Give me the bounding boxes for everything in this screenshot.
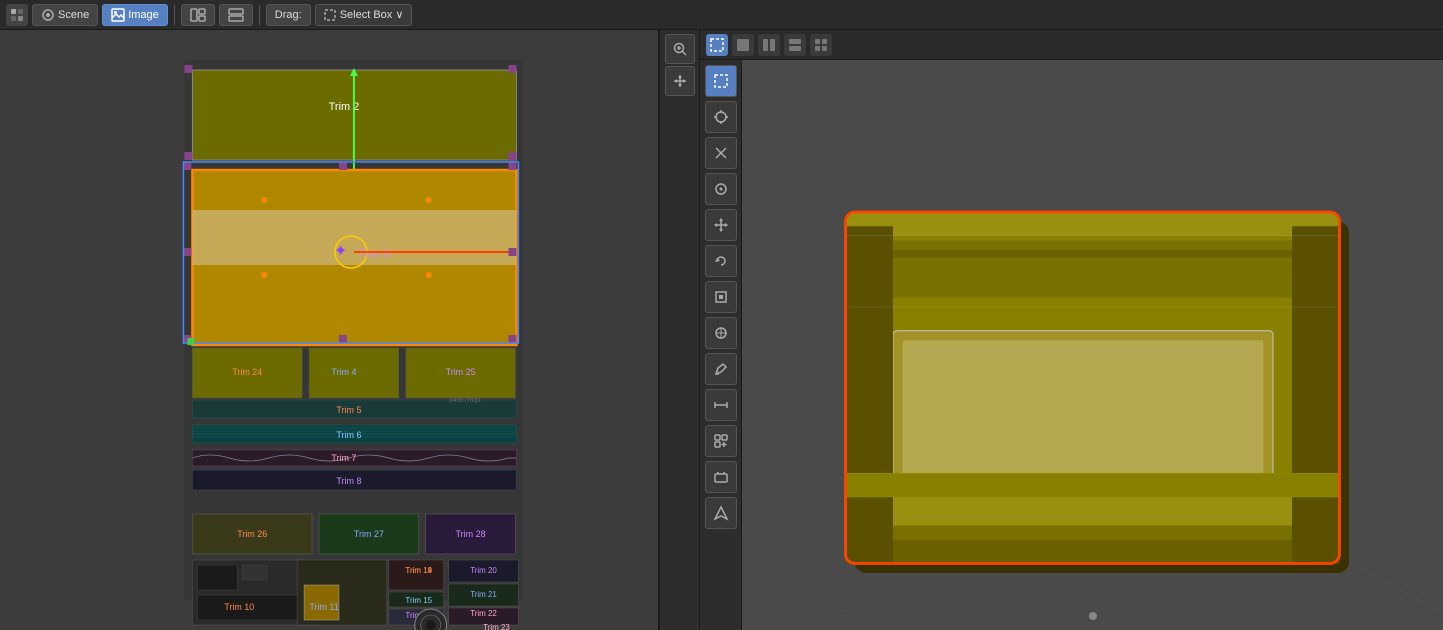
svg-text:Trim 4: Trim 4 (331, 367, 356, 377)
drag-label: Drag: (275, 9, 302, 21)
scale-tool-button[interactable] (705, 281, 737, 313)
select-box-button[interactable]: Select Box ∨ (315, 4, 413, 26)
svg-text:Trim 20: Trim 20 (470, 566, 497, 575)
svg-text:Trim 22: Trim 22 (470, 609, 497, 618)
svg-text:Trim 5: Trim 5 (336, 405, 361, 415)
separator-1 (174, 5, 175, 25)
transform-tool-button[interactable] (705, 137, 737, 169)
3d-viewport[interactable]: User Perspective (1) SM_Wall_2x2_N (742, 60, 1443, 630)
svg-text:Trim 10: Trim 10 (224, 602, 254, 612)
viewport-mode-icon-2[interactable] (732, 34, 754, 56)
scene-label: Scene (58, 9, 89, 21)
viewport-mode-icon-3[interactable] (758, 34, 780, 56)
viewport-center-dot (1089, 612, 1097, 620)
svg-text:Trim 28: Trim 28 (456, 529, 486, 539)
object-button[interactable] (705, 461, 737, 493)
svg-text:Trim 7: Trim 7 (331, 453, 356, 463)
move-tool-button[interactable] (705, 209, 737, 241)
right-section: User Perspective (1) SM_Wall_2x2_N (700, 30, 1443, 630)
zoom-in-button[interactable] (665, 34, 695, 64)
svg-text:Trim 21: Trim 21 (470, 590, 497, 599)
svg-text:Trim 11: Trim 11 (309, 602, 338, 612)
svg-text:349x7mq1: 349x7mq1 (449, 397, 482, 404)
viewport-mode-icon-5[interactable] (810, 34, 832, 56)
uv-editor-panel[interactable]: Trim 2 ✦ Trim 3 (0, 30, 660, 630)
gizmo-button[interactable] (705, 173, 737, 205)
view-icon-2[interactable] (219, 4, 253, 26)
editor-type-icon[interactable] (6, 4, 28, 26)
annotate-button[interactable] (705, 353, 737, 385)
select-box-label: Select Box ∨ (340, 8, 404, 21)
svg-text:Trim 23: Trim 23 (483, 623, 510, 630)
svg-text:Trim 27: Trim 27 (354, 529, 384, 539)
svg-text:Trim 15: Trim 15 (405, 596, 432, 605)
main-area: Trim 2 ✦ Trim 3 (0, 30, 1443, 630)
add-tool-button[interactable] (705, 425, 737, 457)
origin-button[interactable] (705, 497, 737, 529)
svg-text:Trim 19: Trim 19 (405, 566, 432, 575)
svg-text:✦: ✦ (334, 243, 347, 260)
svg-text:Trim 6: Trim 6 (336, 430, 361, 440)
middle-toolbar (660, 30, 700, 630)
select-tool-button[interactable] (705, 65, 737, 97)
svg-text:Trim 3: Trim 3 (359, 248, 390, 260)
separator-2 (259, 5, 260, 25)
transform2-button[interactable] (705, 317, 737, 349)
scene-button[interactable]: Scene (32, 4, 98, 26)
viewport-mode-icon-1[interactable] (706, 34, 728, 56)
uv-canvas[interactable]: Trim 2 ✦ Trim 3 (0, 30, 658, 630)
viewport-mode-icon-4[interactable] (784, 34, 806, 56)
cursor-tool-button[interactable] (705, 101, 737, 133)
top-bar: Scene Image Drag: Select Box ∨ (0, 0, 1443, 30)
measure-button[interactable] (705, 389, 737, 421)
drag-mode: Drag: (266, 4, 311, 26)
viewport-header (700, 30, 1443, 60)
image-button[interactable]: Image (102, 4, 168, 26)
right-main: User Perspective (1) SM_Wall_2x2_N (700, 60, 1443, 630)
rotate-tool-button[interactable] (705, 245, 737, 277)
3d-object-render (742, 60, 1443, 630)
pan-button[interactable] (665, 66, 695, 96)
svg-text:Trim 8: Trim 8 (336, 476, 361, 486)
svg-text:Trim 24: Trim 24 (232, 367, 262, 377)
view-icon-1[interactable] (181, 4, 215, 26)
svg-text:Trim 25: Trim 25 (446, 367, 476, 377)
right-toolbar (700, 60, 742, 630)
svg-text:Trim 26: Trim 26 (237, 529, 267, 539)
image-label: Image (128, 9, 159, 21)
